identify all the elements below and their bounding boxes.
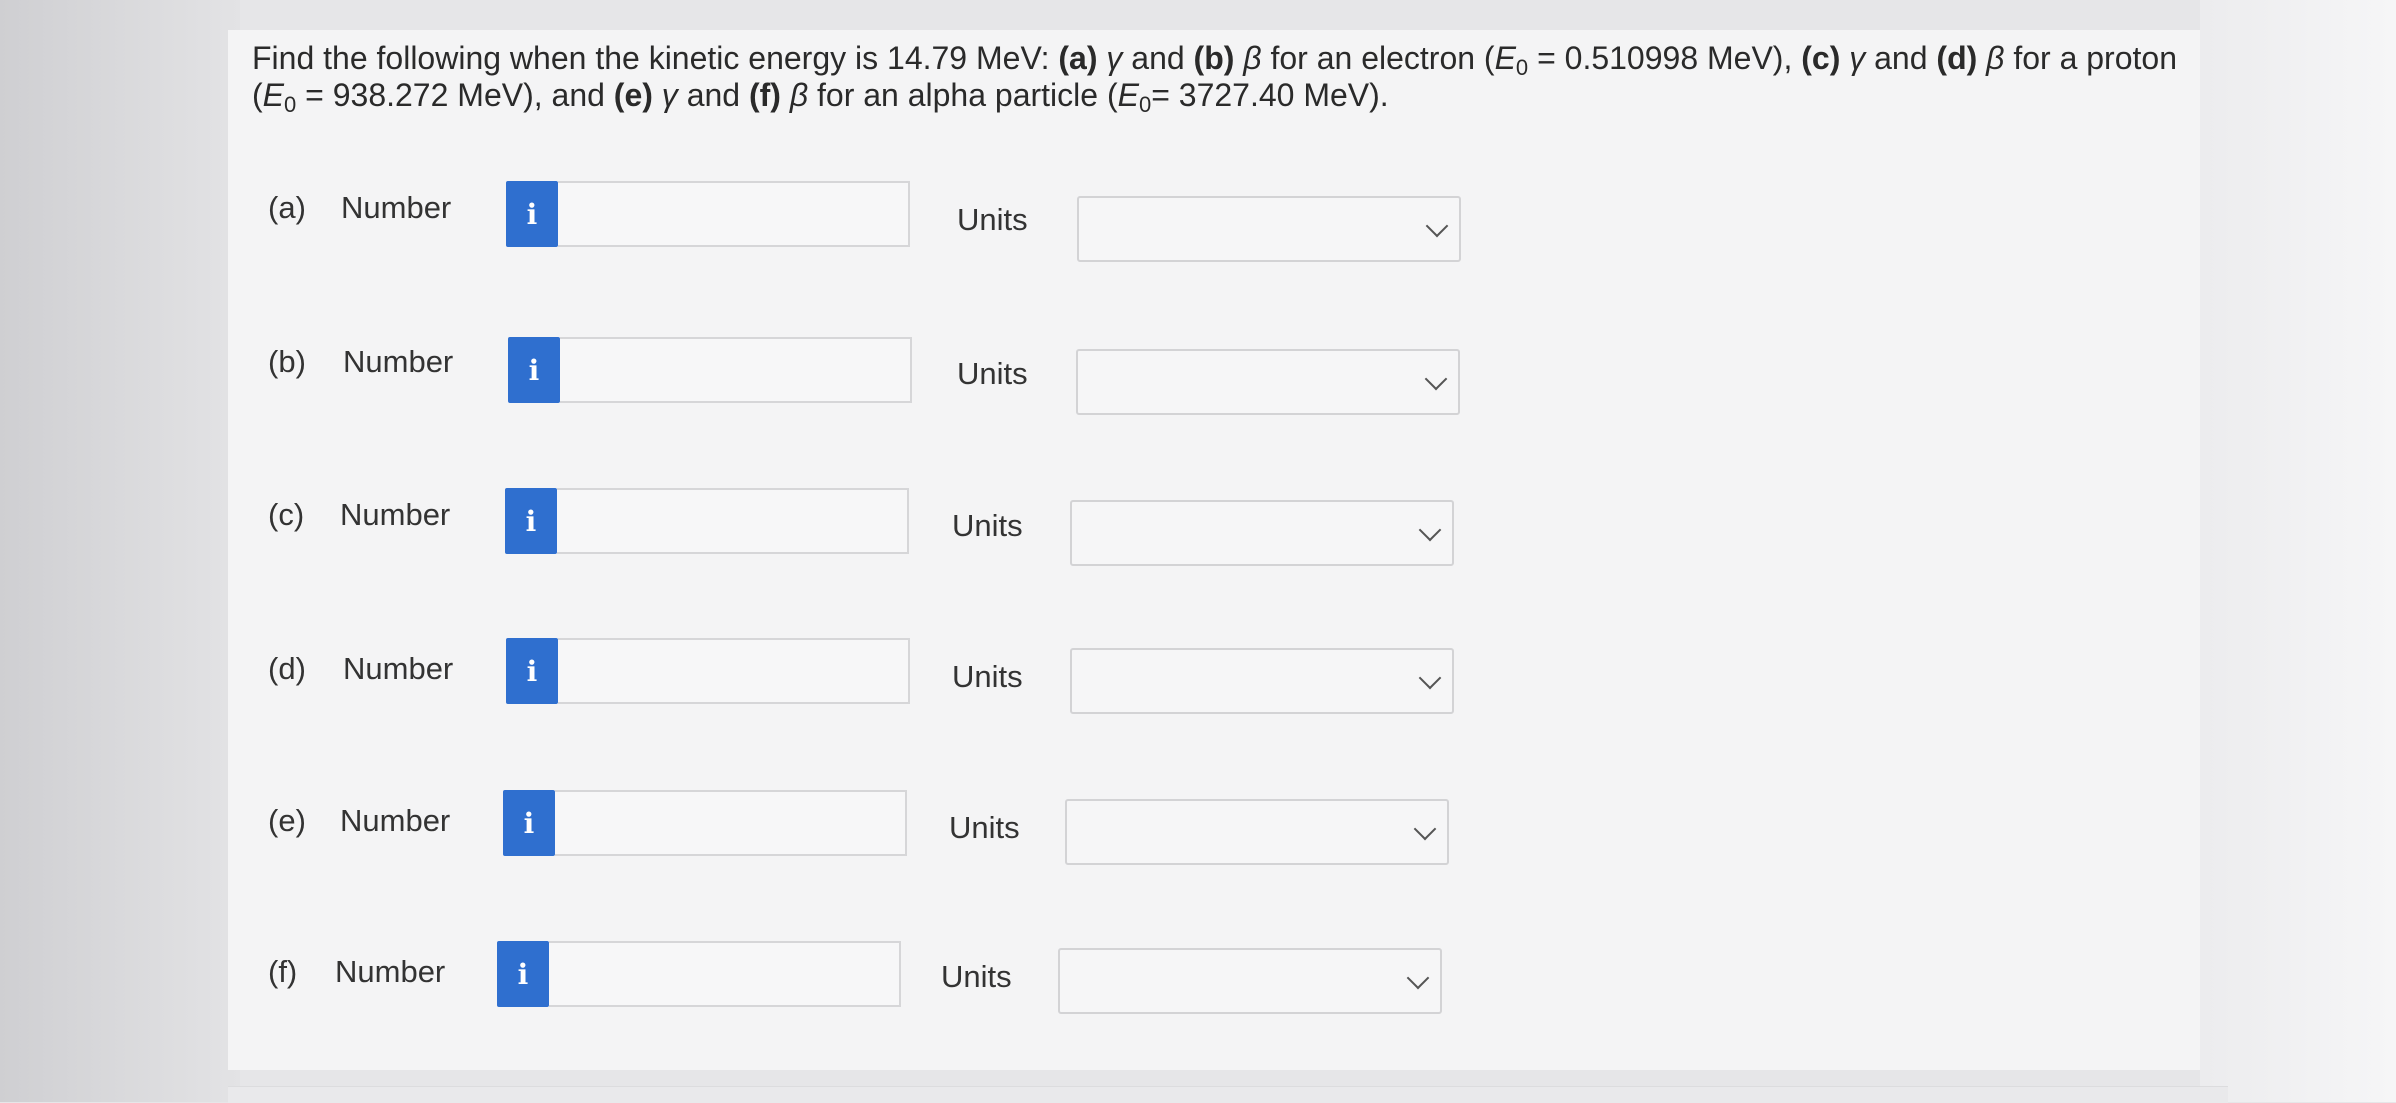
part-label: (d) xyxy=(268,651,306,686)
number-label: Number xyxy=(340,497,451,532)
screen-shading-left xyxy=(0,0,240,1102)
units-dropdown-d[interactable] xyxy=(1070,648,1454,714)
info-icon[interactable]: i xyxy=(506,638,558,704)
number-label: Number xyxy=(340,803,451,838)
part-label: (b) xyxy=(268,344,306,379)
question-text: Find the following when the kinetic ener… xyxy=(252,40,2177,117)
info-icon[interactable]: i xyxy=(503,790,555,856)
number-input-e[interactable] xyxy=(555,790,907,856)
part-label: (a) xyxy=(268,190,306,225)
units-label: Units xyxy=(952,508,1023,543)
units-label: Units xyxy=(941,959,1012,994)
chevron-down-icon xyxy=(1424,367,1448,391)
chevron-down-icon xyxy=(1425,214,1449,238)
number-label: Number xyxy=(335,954,446,989)
units-dropdown-f[interactable] xyxy=(1058,948,1442,1014)
units-label: Units xyxy=(957,356,1028,391)
panel-bottom-edge xyxy=(228,1086,2228,1103)
info-icon[interactable]: i xyxy=(505,488,557,554)
part-label: (f) xyxy=(268,954,298,989)
number-label: Number xyxy=(341,190,452,225)
chevron-down-icon xyxy=(1406,966,1430,990)
info-icon[interactable]: i xyxy=(508,337,560,403)
number-label: Number xyxy=(343,344,454,379)
chevron-down-icon xyxy=(1418,666,1442,690)
number-input-a[interactable] xyxy=(558,181,910,247)
info-icon[interactable]: i xyxy=(497,941,549,1007)
chevron-down-icon xyxy=(1413,817,1437,841)
number-input-d[interactable] xyxy=(558,638,910,704)
units-dropdown-c[interactable] xyxy=(1070,500,1454,566)
number-label: Number xyxy=(343,651,454,686)
screen-shading-right xyxy=(2200,0,2396,1102)
units-label: Units xyxy=(957,202,1028,237)
part-label: (c) xyxy=(268,497,305,532)
units-dropdown-e[interactable] xyxy=(1065,799,1449,865)
chevron-down-icon xyxy=(1418,518,1442,542)
units-label: Units xyxy=(949,810,1020,845)
part-label: (e) xyxy=(268,803,306,838)
info-icon[interactable]: i xyxy=(506,181,558,247)
number-input-f[interactable] xyxy=(549,941,901,1007)
units-label: Units xyxy=(952,659,1023,694)
number-input-b[interactable] xyxy=(560,337,912,403)
units-dropdown-a[interactable] xyxy=(1077,196,1461,262)
number-input-c[interactable] xyxy=(557,488,909,554)
units-dropdown-b[interactable] xyxy=(1076,349,1460,415)
